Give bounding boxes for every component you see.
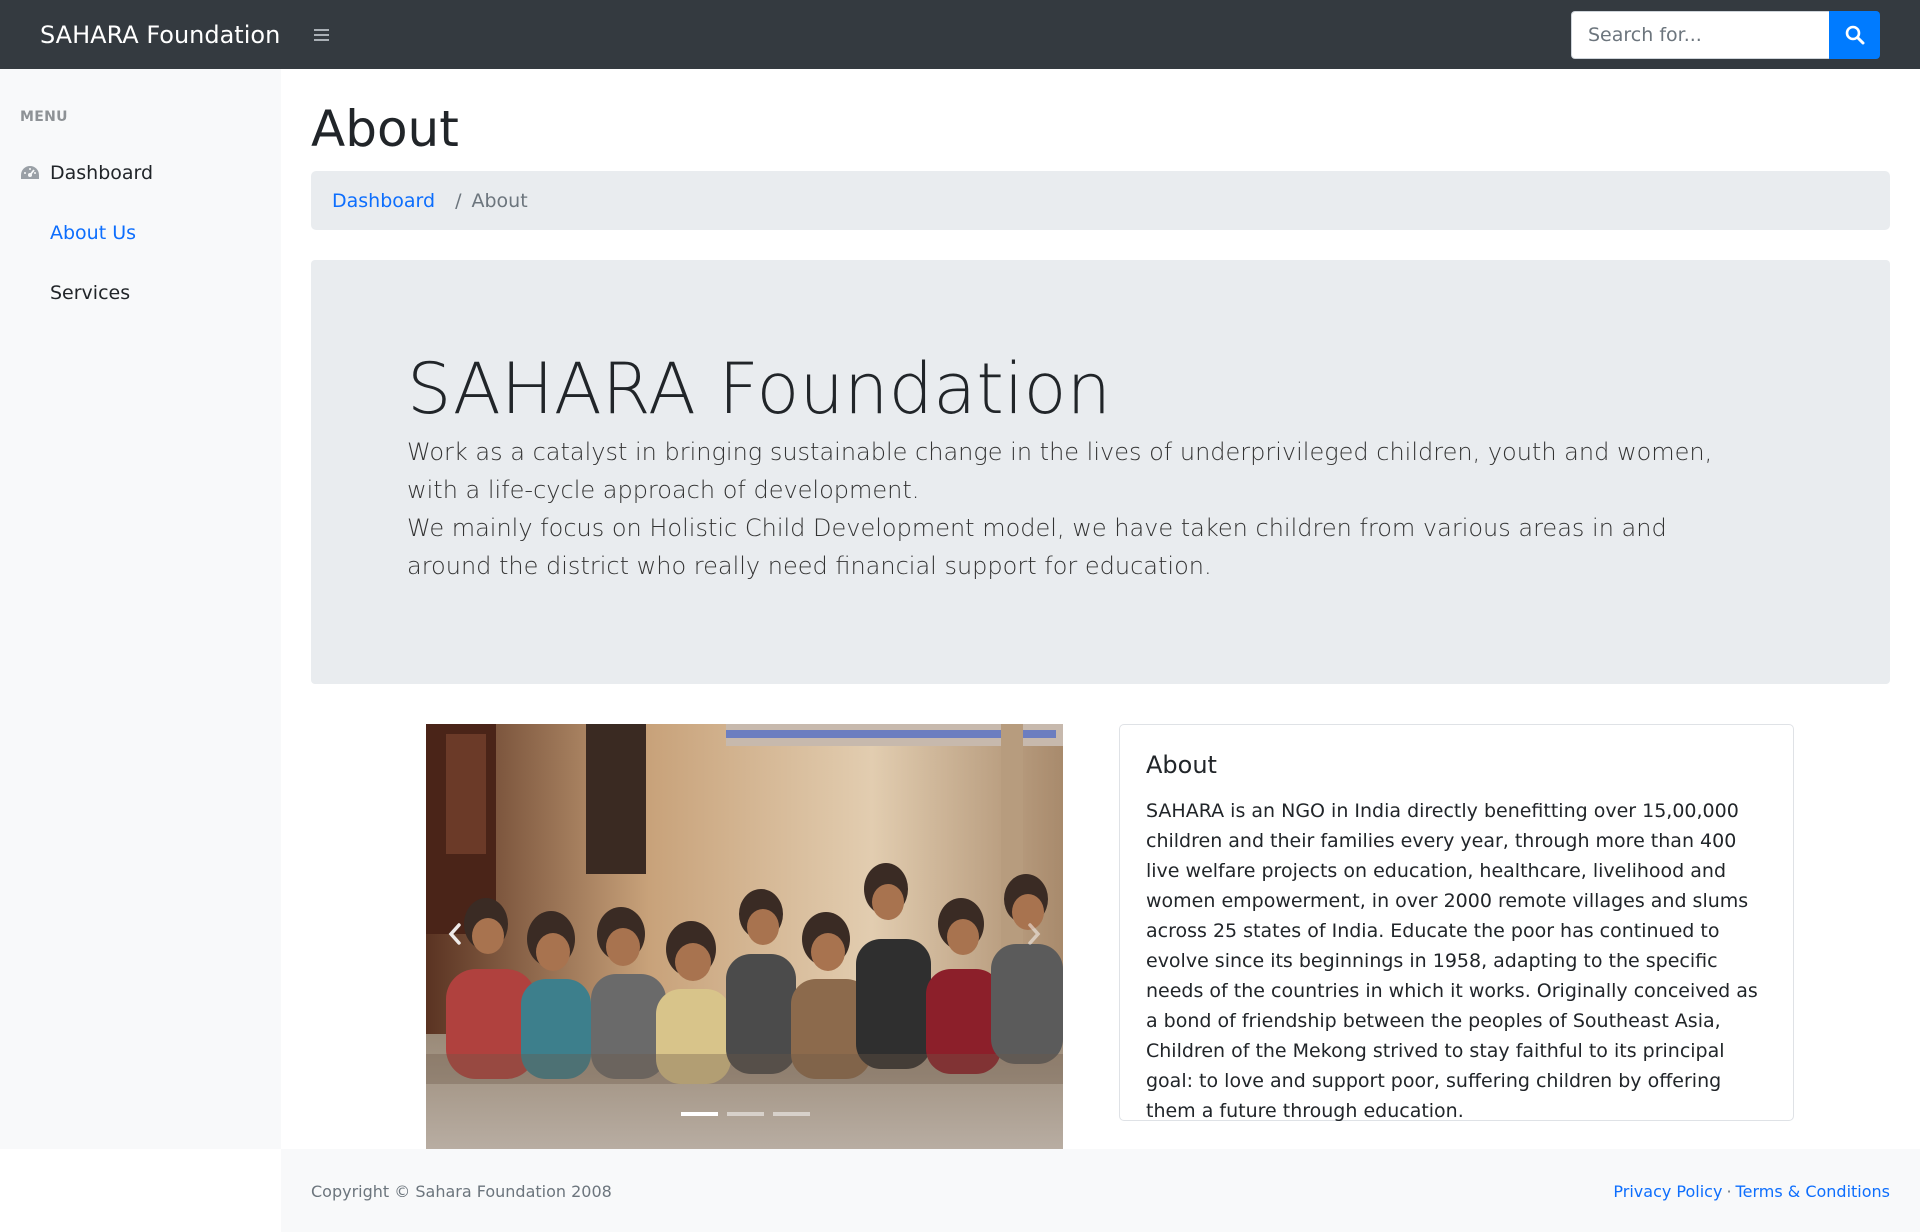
- sidebar-heading: MENU: [20, 109, 68, 125]
- breadcrumb-current: About: [471, 189, 528, 212]
- carousel-indicator-3[interactable]: [773, 1112, 810, 1116]
- card-title: About: [1146, 751, 1217, 779]
- footer: Copyright © Sahara Foundation 2008 Priva…: [281, 1149, 1920, 1232]
- chevron-right-icon: [1028, 923, 1041, 945]
- search-icon: [1845, 25, 1864, 45]
- carousel-indicators: [681, 1112, 810, 1116]
- footer-links: Privacy Policy · Terms & Conditions: [1613, 1182, 1890, 1201]
- top-navbar: SAHARA Foundation: [0, 0, 1920, 69]
- breadcrumb-link-dashboard[interactable]: Dashboard: [332, 190, 435, 212]
- carousel-prev-button[interactable]: [440, 914, 470, 954]
- sidebar-item-label: Services: [50, 282, 131, 304]
- chevron-left-icon: [448, 923, 461, 945]
- card-text: SAHARA is an NGO in India directly benef…: [1146, 800, 1758, 1122]
- image-carousel: [426, 724, 1063, 1149]
- sidebar-item-about-us[interactable]: About Us: [0, 213, 281, 253]
- hero-lead-line-1: Work as a catalyst in bringing sustainab…: [407, 438, 1713, 504]
- sidebar-item-label: Dashboard: [50, 162, 154, 184]
- carousel-photo: [426, 724, 1063, 1149]
- search-button[interactable]: [1829, 11, 1880, 59]
- terms-link[interactable]: Terms & Conditions: [1736, 1182, 1890, 1201]
- hero-lead-line-2: We mainly focus on Holistic Child Develo…: [407, 514, 1667, 580]
- page-title: About: [311, 100, 459, 158]
- about-card: About SAHARA is an NGO in India directly…: [1119, 724, 1794, 1122]
- breadcrumb: Dashboard / About: [311, 171, 1890, 230]
- tachometer-icon: [20, 164, 40, 182]
- privacy-policy-link[interactable]: Privacy Policy: [1613, 1182, 1722, 1201]
- sidebar-item-dashboard[interactable]: Dashboard: [0, 153, 281, 193]
- footer-separator: ·: [1726, 1182, 1732, 1201]
- search-input[interactable]: [1571, 11, 1829, 59]
- hamburger-icon[interactable]: [314, 26, 334, 44]
- sidebar-item-label: About Us: [50, 222, 137, 244]
- sidebar-item-services[interactable]: Services: [0, 273, 281, 313]
- brand-link[interactable]: SAHARA Foundation: [40, 21, 302, 49]
- breadcrumb-separator: /: [455, 189, 462, 212]
- hero-jumbotron: SAHARA Foundation Work as a catalyst in …: [311, 260, 1890, 684]
- carousel-indicator-2[interactable]: [727, 1112, 764, 1116]
- hero-title: SAHARA Foundation: [407, 348, 1112, 430]
- carousel-next-button[interactable]: [1019, 914, 1049, 954]
- carousel-indicator-1[interactable]: [681, 1112, 718, 1116]
- hero-lead: Work as a catalyst in bringing sustainab…: [407, 433, 1747, 585]
- sidebar: MENU Dashboard About Us Services: [0, 69, 281, 1149]
- footer-copyright: Copyright © Sahara Foundation 2008: [311, 1182, 612, 1201]
- search-form: [1571, 11, 1880, 59]
